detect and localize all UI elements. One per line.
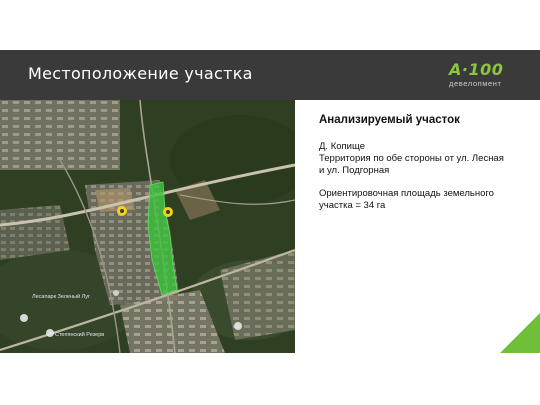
urban-block bbox=[0, 100, 120, 170]
page-title: Местоположение участка bbox=[28, 64, 253, 83]
info-line: и ул. Подгорная bbox=[319, 165, 390, 176]
brand-logo: A·100 девелопмент bbox=[449, 62, 511, 90]
corner-accent bbox=[500, 313, 540, 353]
poi-pin bbox=[46, 329, 54, 337]
satellite-map[interactable]: Лесапарк Зеленый Луг Степянский Резерв bbox=[0, 100, 295, 353]
bottom-band bbox=[0, 353, 540, 405]
info-line: участка = 34 га bbox=[319, 200, 386, 211]
logo-mark: A·100 bbox=[449, 60, 504, 79]
info-heading: Анализируемый участок bbox=[319, 114, 460, 126]
top-band bbox=[0, 0, 540, 50]
info-line: Территория по обе стороны от ул. Лесная bbox=[319, 153, 504, 164]
logo-subtitle: девелопмент bbox=[449, 79, 502, 88]
map-label-reserve: Степянский Резерв bbox=[55, 331, 104, 338]
map-image: Лесапарк Зеленый Луг Степянский Резерв bbox=[0, 100, 295, 353]
info-line: Ориентировочная площадь земельного bbox=[319, 188, 494, 199]
map-label-forest: Лесапарк Зеленый Луг bbox=[32, 293, 90, 300]
poi-pin bbox=[20, 314, 28, 322]
info-line: Д. Копище bbox=[319, 141, 365, 152]
poi-pin bbox=[113, 290, 119, 296]
poi-pin bbox=[234, 322, 242, 330]
info-panel: Анализируемый участок Д. Копище Территор… bbox=[319, 114, 534, 212]
header-bar: Местоположение участка A·100 девелопмент bbox=[0, 50, 540, 100]
